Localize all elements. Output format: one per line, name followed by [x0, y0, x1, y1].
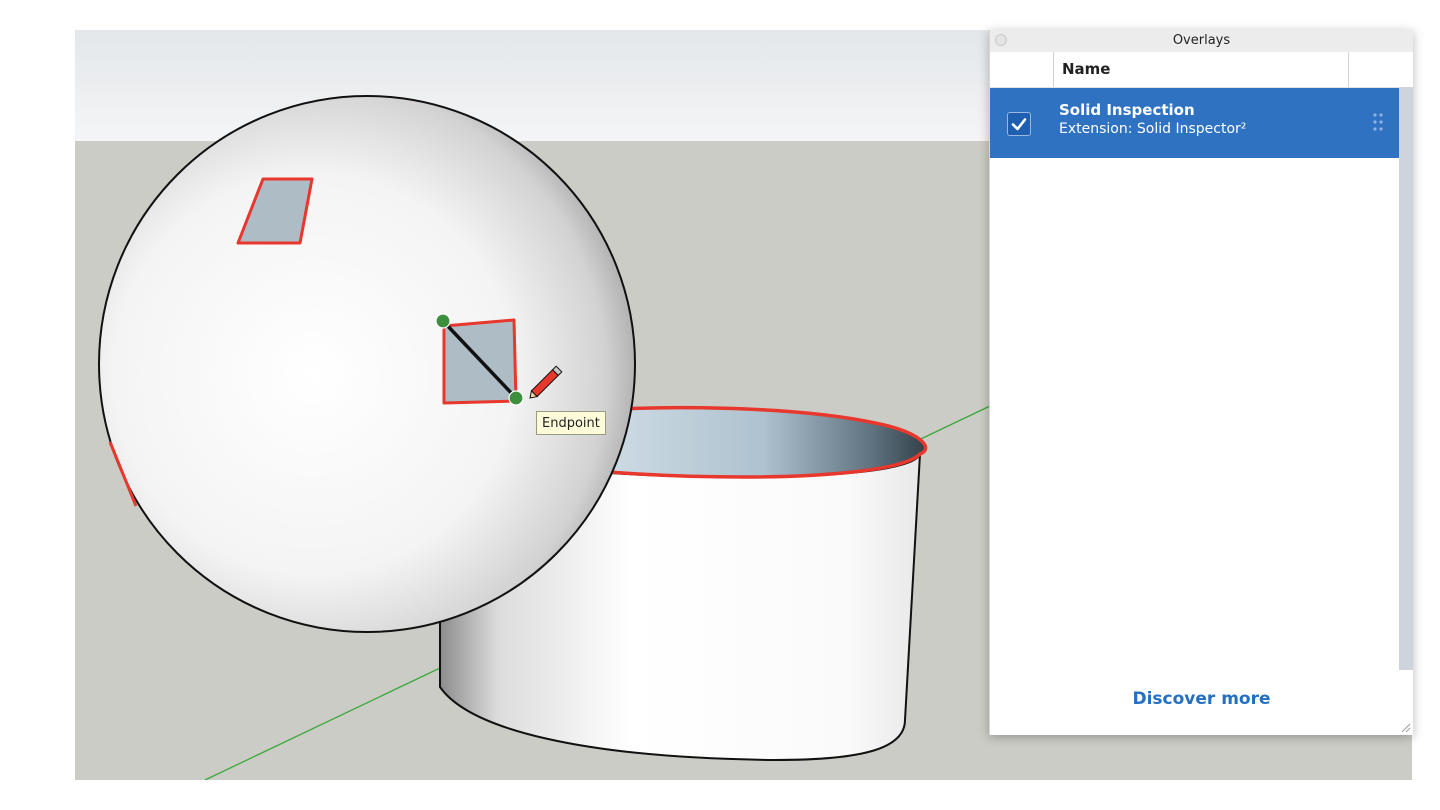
- column-divider: [1053, 52, 1054, 87]
- close-button[interactable]: [995, 34, 1007, 46]
- panel-title: Overlays: [1172, 33, 1231, 48]
- endpoint-marker-start: [435, 313, 451, 329]
- overlay-source: Extension: Solid Inspector²: [1059, 121, 1247, 137]
- enable-checkbox[interactable]: [1007, 112, 1031, 136]
- resize-grip-icon[interactable]: [1399, 721, 1411, 733]
- checkmark-icon: [1011, 118, 1027, 131]
- name-column-header[interactable]: Name: [1062, 52, 1110, 87]
- column-header: Name: [990, 52, 1413, 88]
- discover-more-link[interactable]: Discover more: [990, 689, 1413, 709]
- panel-titlebar: Overlays: [990, 30, 1413, 52]
- sphere: [98, 95, 636, 633]
- endpoint-marker-end: [508, 390, 524, 406]
- column-divider: [1348, 52, 1349, 87]
- drag-handle-icon[interactable]: [1372, 112, 1384, 132]
- inference-tooltip: Endpoint: [536, 411, 606, 435]
- overlay-name: Solid Inspection: [1059, 101, 1195, 119]
- list-item-solid-inspection[interactable]: Solid Inspection Extension: Solid Inspec…: [990, 88, 1399, 158]
- scrollbar-track[interactable]: [1399, 87, 1413, 670]
- overlays-panel: Overlays Name Solid Inspection Extension…: [989, 30, 1413, 735]
